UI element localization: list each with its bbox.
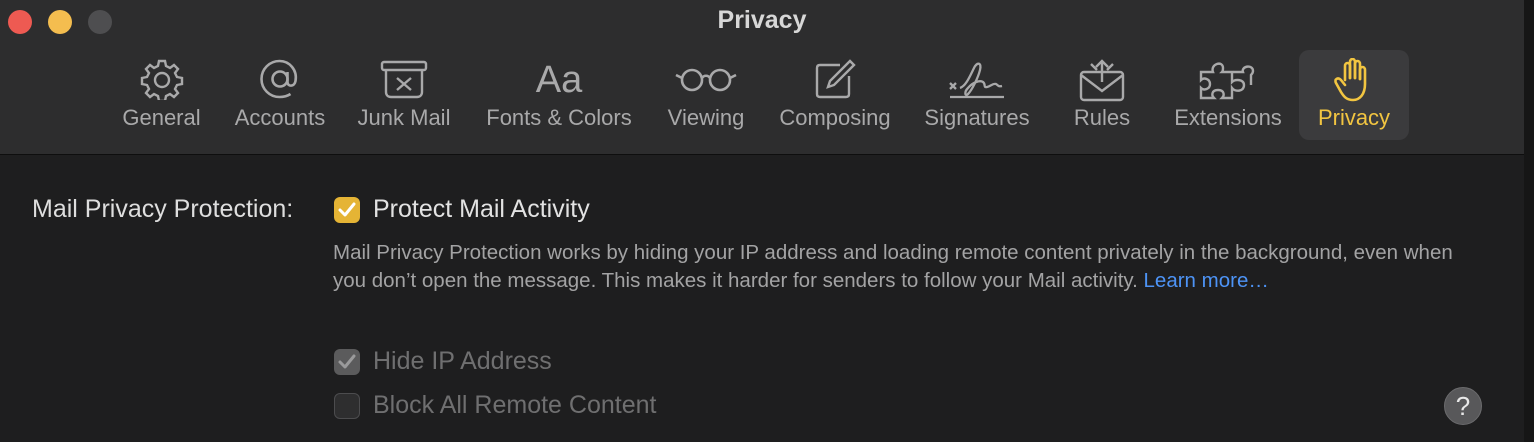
privacy-description-text: Mail Privacy Protection works by hiding … bbox=[333, 241, 1453, 292]
compose-icon bbox=[815, 59, 856, 99]
tab-signatures[interactable]: Signatures bbox=[918, 50, 1036, 140]
mail-privacy-protection-label: Mail Privacy Protection: bbox=[32, 195, 294, 223]
tab-privacy-label: Privacy bbox=[1317, 105, 1391, 130]
preferences-window: Privacy General Accounts Junk Mail Aa Fo… bbox=[0, 0, 1524, 442]
fonts-icon: Aa bbox=[535, 59, 583, 101]
puzzle-icon bbox=[1199, 62, 1255, 100]
signature-icon bbox=[949, 62, 1004, 99]
tab-privacy[interactable]: Privacy bbox=[1299, 50, 1409, 140]
protect-mail-activity-checkbox[interactable] bbox=[334, 197, 360, 223]
tab-rules[interactable]: Rules bbox=[1056, 50, 1148, 140]
tab-general[interactable]: General bbox=[115, 50, 208, 140]
tab-viewing[interactable]: Viewing bbox=[660, 50, 752, 140]
tab-viewing-label: Viewing bbox=[667, 105, 745, 130]
window-edge bbox=[1524, 0, 1534, 442]
window-title: Privacy bbox=[717, 6, 807, 34]
tab-signatures-label: Signatures bbox=[924, 105, 1030, 130]
protect-mail-activity-label[interactable]: Protect Mail Activity bbox=[373, 195, 590, 224]
tab-general-label: General bbox=[122, 105, 201, 130]
tab-fonts-colors-label: Fonts & Colors bbox=[486, 105, 632, 130]
tab-extensions-label: Extensions bbox=[1174, 105, 1282, 130]
tab-accounts-label: Accounts bbox=[234, 105, 326, 130]
privacy-description: Mail Privacy Protection works by hiding … bbox=[333, 239, 1473, 295]
hide-ip-address-checkbox[interactable] bbox=[334, 349, 360, 375]
hand-icon bbox=[1334, 58, 1367, 102]
tab-junk-mail-label: Junk Mail bbox=[357, 105, 451, 130]
rules-envelope-icon bbox=[1079, 59, 1125, 102]
privacy-pane: Mail Privacy Protection: Protect Mail Ac… bbox=[0, 155, 1524, 442]
gear-icon bbox=[140, 59, 183, 100]
block-remote-content-checkbox[interactable] bbox=[334, 393, 360, 419]
tab-fonts-colors[interactable]: Aa Fonts & Colors bbox=[478, 50, 640, 140]
tab-accounts[interactable]: Accounts bbox=[228, 50, 332, 140]
at-sign-icon bbox=[260, 59, 298, 99]
tab-rules-label: Rules bbox=[1073, 105, 1131, 130]
tab-composing-label: Composing bbox=[779, 105, 891, 130]
tab-junk-mail[interactable]: Junk Mail bbox=[352, 50, 456, 140]
tab-composing[interactable]: Composing bbox=[772, 50, 898, 140]
learn-more-link[interactable]: Learn more… bbox=[1144, 269, 1269, 292]
tab-extensions[interactable]: Extensions bbox=[1168, 50, 1288, 140]
toolbar: Privacy General Accounts Junk Mail Aa Fo… bbox=[0, 0, 1524, 155]
hide-ip-address-label[interactable]: Hide IP Address bbox=[373, 347, 552, 376]
glasses-icon bbox=[675, 68, 737, 92]
checkmark-icon bbox=[338, 202, 356, 217]
block-remote-content-label[interactable]: Block All Remote Content bbox=[373, 391, 656, 420]
help-button[interactable]: ? bbox=[1444, 387, 1482, 425]
checkmark-icon bbox=[338, 354, 356, 369]
junk-mail-icon bbox=[380, 60, 428, 99]
